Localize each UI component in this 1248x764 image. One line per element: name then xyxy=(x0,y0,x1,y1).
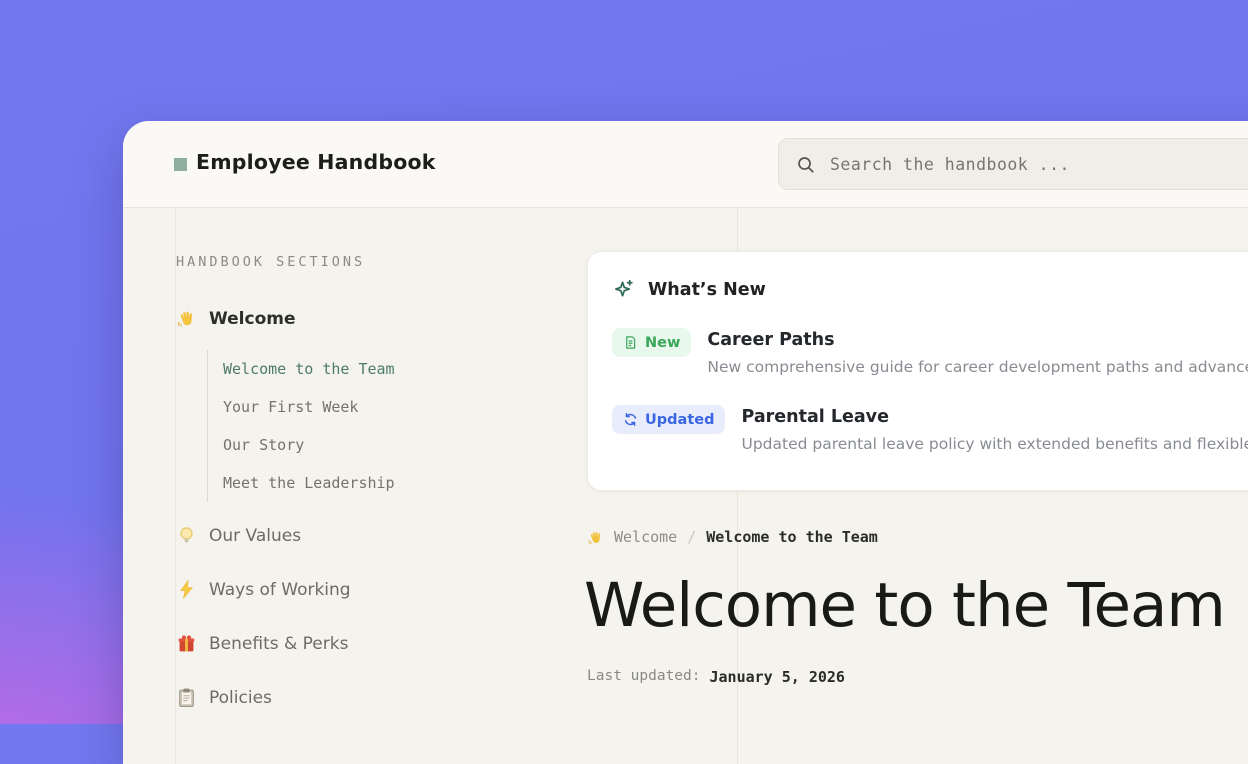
sidebar-item-ways-of-working[interactable]: Ways of Working xyxy=(176,579,351,600)
app-logo xyxy=(174,158,187,171)
sidebar-subitem-meet-the-leadership[interactable]: Meet the Leadership xyxy=(223,472,395,494)
file-text-icon xyxy=(623,335,638,350)
sidebar-item-policies[interactable]: Policies xyxy=(176,687,272,708)
app-title: Employee Handbook xyxy=(196,150,436,174)
app-window: Employee Handbook HANDBOOK SECTIONS Welc xyxy=(123,121,1248,764)
breadcrumb-page: Welcome to the Team xyxy=(706,528,878,546)
whats-new-card: What’s New New Career Paths New comprehe… xyxy=(587,251,1248,491)
new-badge: New xyxy=(612,328,691,357)
sidebar-item-label: Benefits & Perks xyxy=(209,634,348,654)
page-title: Welcome to the Team xyxy=(584,570,1225,641)
sidebar-item-our-values[interactable]: Our Values xyxy=(176,525,301,546)
wave-icon xyxy=(587,529,604,546)
wave-icon xyxy=(176,308,197,329)
sidebar-item-welcome[interactable]: Welcome xyxy=(176,308,296,329)
search-bar[interactable] xyxy=(778,138,1248,190)
search-input[interactable] xyxy=(828,154,1248,175)
badge-label: Updated xyxy=(645,412,714,428)
sidebar-column-rule xyxy=(175,208,176,764)
whats-new-item-description: Updated parental leave policy with exten… xyxy=(741,435,1248,453)
sparkles-icon xyxy=(612,278,635,301)
app-header: Employee Handbook xyxy=(123,121,1248,208)
sidebar-subitem-welcome-to-the-team[interactable]: Welcome to the Team xyxy=(223,358,395,380)
zap-icon xyxy=(176,579,197,600)
last-updated: Last updated: January 5, 2026 xyxy=(587,668,845,686)
window-body: HANDBOOK SECTIONS Welcome Welcome to the… xyxy=(123,208,1248,764)
whats-new-item-description: New comprehensive guide for career devel… xyxy=(707,358,1248,376)
updated-badge: Updated xyxy=(612,405,725,434)
whats-new-title: What’s New xyxy=(648,280,766,300)
refresh-icon xyxy=(623,412,638,427)
badge-label: New xyxy=(645,335,680,351)
sidebar-item-label: Welcome xyxy=(209,309,296,329)
sidebar-subitem-our-story[interactable]: Our Story xyxy=(223,434,395,456)
sidebar-item-benefits-perks[interactable]: Benefits & Perks xyxy=(176,633,348,654)
sidebar-item-label: Our Values xyxy=(209,526,301,546)
sidebar-item-label: Policies xyxy=(209,688,272,708)
gift-icon xyxy=(176,633,197,654)
bulb-icon xyxy=(176,525,197,546)
sidebar-heading: HANDBOOK SECTIONS xyxy=(176,254,365,270)
last-updated-label: Last updated: xyxy=(587,668,701,686)
whats-new-item-title: Parental Leave xyxy=(741,405,1248,429)
breadcrumb: Welcome / Welcome to the Team xyxy=(587,528,878,546)
whats-new-item-title: Career Paths xyxy=(707,328,1248,352)
sidebar-item-label: Ways of Working xyxy=(209,580,351,600)
breadcrumb-separator: / xyxy=(687,528,696,546)
breadcrumb-section[interactable]: Welcome xyxy=(614,528,677,546)
sidebar-sublist: Welcome to the Team Your First Week Our … xyxy=(207,350,395,502)
last-updated-value: January 5, 2026 xyxy=(710,668,845,686)
clipboard-icon xyxy=(176,687,197,708)
sidebar-subitem-your-first-week[interactable]: Your First Week xyxy=(223,396,395,418)
search-icon xyxy=(796,155,815,174)
whats-new-item[interactable]: New Career Paths New comprehensive guide… xyxy=(612,328,1248,376)
whats-new-item[interactable]: Updated Parental Leave Updated parental … xyxy=(612,405,1248,453)
